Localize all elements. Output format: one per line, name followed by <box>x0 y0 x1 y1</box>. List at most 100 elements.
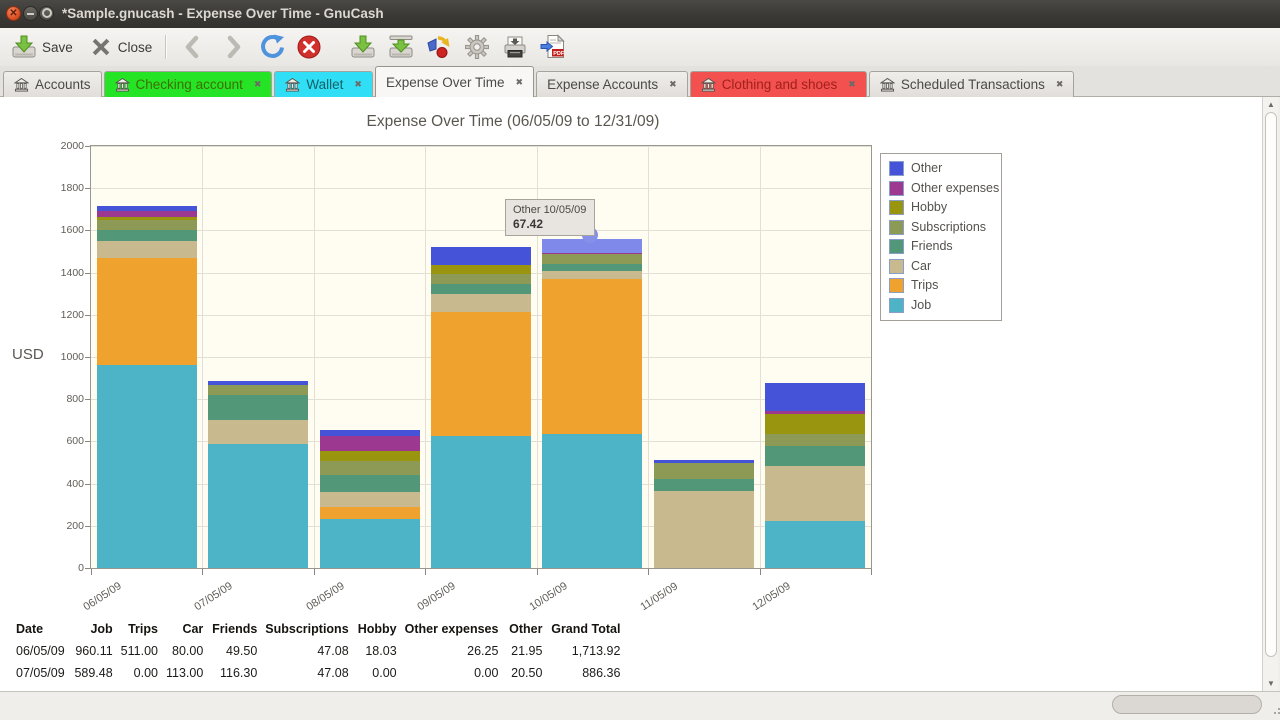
reload-button[interactable] <box>255 31 287 63</box>
tab-accounts[interactable]: Accounts <box>3 71 102 97</box>
y-tick-mark <box>85 188 90 189</box>
bar-segment-subscriptions-12-05-09[interactable] <box>765 434 865 446</box>
tab-close-icon[interactable]: ✖ <box>1056 80 1064 89</box>
gridline-h <box>91 188 871 189</box>
bar-segment-hobby-12-05-09[interactable] <box>765 414 865 434</box>
tab-wallet[interactable]: Wallet✖ <box>274 71 373 97</box>
bar-segment-other-11-05-09[interactable] <box>654 460 754 463</box>
bar-segment-subscriptions-08-05-09[interactable] <box>320 461 420 476</box>
bar-segment-job-12-05-09[interactable] <box>765 521 865 568</box>
bar-segment-friends-10-05-09[interactable] <box>542 264 642 271</box>
y-tick-mark <box>85 441 90 442</box>
vertical-scrollbar[interactable]: ▲ ▼ <box>1262 97 1278 691</box>
bar-segment-subscriptions-06-05-09[interactable] <box>97 220 197 230</box>
bar-segment-friends-06-05-09[interactable] <box>97 230 197 240</box>
bar-segment-subscriptions-07-05-09[interactable] <box>208 385 308 395</box>
bar-segment-subscriptions-10-05-09[interactable] <box>542 254 642 264</box>
bar-segment-other-06-05-09[interactable] <box>97 206 197 211</box>
close-button[interactable]: Close <box>86 31 156 63</box>
tab-close-icon[interactable]: ✖ <box>516 78 524 87</box>
bar-segment-job-07-05-09[interactable] <box>208 444 308 568</box>
y-axis-title: USD <box>12 346 44 363</box>
tab-close-icon[interactable]: ✖ <box>354 80 362 89</box>
bar-segment-car-10-05-09[interactable] <box>542 271 642 279</box>
y-tick-label: 200 <box>49 520 84 532</box>
window-maximize-icon[interactable] <box>39 6 54 21</box>
bar-segment-other-expenses-06-05-09[interactable] <box>97 211 197 217</box>
bar-segment-job-08-05-09[interactable] <box>320 519 420 568</box>
legend-swatch <box>889 259 904 274</box>
window-close-icon[interactable]: ✕ <box>6 6 21 21</box>
stop-button[interactable] <box>293 31 325 63</box>
tab-label: Expense Accounts <box>547 77 658 92</box>
save-label: Save <box>42 40 73 55</box>
bar-segment-other-12-05-09[interactable] <box>765 383 865 411</box>
bar-segment-car-08-05-09[interactable] <box>320 492 420 507</box>
bar-segment-other-07-05-09[interactable] <box>208 381 308 385</box>
scroll-down-icon[interactable]: ▼ <box>1264 676 1278 691</box>
bank-icon <box>880 78 895 92</box>
bar-segment-subscriptions-11-05-09[interactable] <box>654 463 754 479</box>
tab-expense-accounts[interactable]: Expense Accounts ✖ <box>536 71 688 97</box>
export-pdf-button[interactable]: PDF <box>537 31 569 63</box>
bar-segment-friends-11-05-09[interactable] <box>654 479 754 491</box>
bar-segment-trips-09-05-09[interactable] <box>431 312 531 436</box>
bar-segment-friends-12-05-09[interactable] <box>765 446 865 466</box>
bar-segment-other-expenses-12-05-09[interactable] <box>765 411 865 414</box>
bar-segment-car-07-05-09[interactable] <box>208 420 308 444</box>
window-minimize-icon[interactable] <box>23 6 38 21</box>
forward-button[interactable] <box>217 31 249 63</box>
bar-segment-car-12-05-09[interactable] <box>765 466 865 521</box>
bar-segment-other-expenses-10-05-09[interactable] <box>542 253 642 254</box>
table-cell: 0.00 <box>397 662 499 684</box>
x-tick-mark <box>760 569 761 575</box>
gear-icon <box>464 34 490 60</box>
bar-segment-hobby-09-05-09[interactable] <box>431 265 531 274</box>
bar-segment-car-06-05-09[interactable] <box>97 241 197 258</box>
bar-segment-car-11-05-09[interactable] <box>654 491 754 568</box>
save-as-button[interactable] <box>385 31 417 63</box>
bank-icon <box>701 78 716 92</box>
bar-segment-other-08-05-09[interactable] <box>320 430 420 436</box>
back-button[interactable] <box>177 31 209 63</box>
horizontal-scrollbar-thumb[interactable] <box>1112 695 1262 714</box>
bar-segment-trips-10-05-09[interactable] <box>542 279 642 434</box>
options-button[interactable] <box>423 31 455 63</box>
tab-scheduled-transactions[interactable]: Scheduled Transactions✖ <box>869 71 1075 97</box>
bar-segment-trips-06-05-09[interactable] <box>97 258 197 366</box>
resize-grip[interactable] <box>1274 712 1276 714</box>
bar-segment-job-09-05-09[interactable] <box>431 436 531 568</box>
tab-clothing-and-shoes[interactable]: Clothing and shoes✖ <box>690 71 867 97</box>
x-tick-mark <box>202 569 203 575</box>
bar-segment-job-06-05-09[interactable] <box>97 365 197 568</box>
scroll-up-icon[interactable]: ▲ <box>1264 97 1278 112</box>
vertical-scrollbar-thumb[interactable] <box>1265 112 1277 657</box>
bar-segment-job-10-05-09[interactable] <box>542 434 642 568</box>
save-button[interactable]: Save <box>8 31 76 63</box>
table-cell: 07/05/09 <box>10 662 65 684</box>
print-button[interactable] <box>499 31 531 63</box>
bar-segment-trips-08-05-09[interactable] <box>320 507 420 519</box>
x-tick-mark <box>648 569 649 575</box>
tab-close-icon[interactable]: ✖ <box>669 80 677 89</box>
bar-segment-car-09-05-09[interactable] <box>431 294 531 312</box>
tab-checking-account[interactable]: Checking account✖ <box>104 71 273 97</box>
bar-segment-subscriptions-09-05-09[interactable] <box>431 274 531 284</box>
bar-segment-friends-07-05-09[interactable] <box>208 395 308 420</box>
tab-close-icon[interactable]: ✖ <box>254 80 262 89</box>
bar-segment-hobby-08-05-09[interactable] <box>320 451 420 461</box>
export-button[interactable] <box>347 31 379 63</box>
bar-segment-other-expenses-08-05-09[interactable] <box>320 436 420 451</box>
legend-swatch <box>889 181 904 196</box>
y-tick-mark <box>85 484 90 485</box>
settings-button[interactable] <box>461 31 493 63</box>
bar-segment-friends-08-05-09[interactable] <box>320 475 420 492</box>
tab-expense-over-time[interactable]: Expense Over Time✖ <box>375 66 534 97</box>
tab-close-icon[interactable]: ✖ <box>848 80 856 89</box>
bar-segment-friends-09-05-09[interactable] <box>431 284 531 294</box>
table-cell: 113.00 <box>158 662 203 684</box>
bar-segment-other-09-05-09[interactable] <box>431 247 531 265</box>
bar-segment-hobby-06-05-09[interactable] <box>97 217 197 221</box>
y-tick-mark <box>85 357 90 358</box>
y-tick-mark <box>85 568 90 569</box>
